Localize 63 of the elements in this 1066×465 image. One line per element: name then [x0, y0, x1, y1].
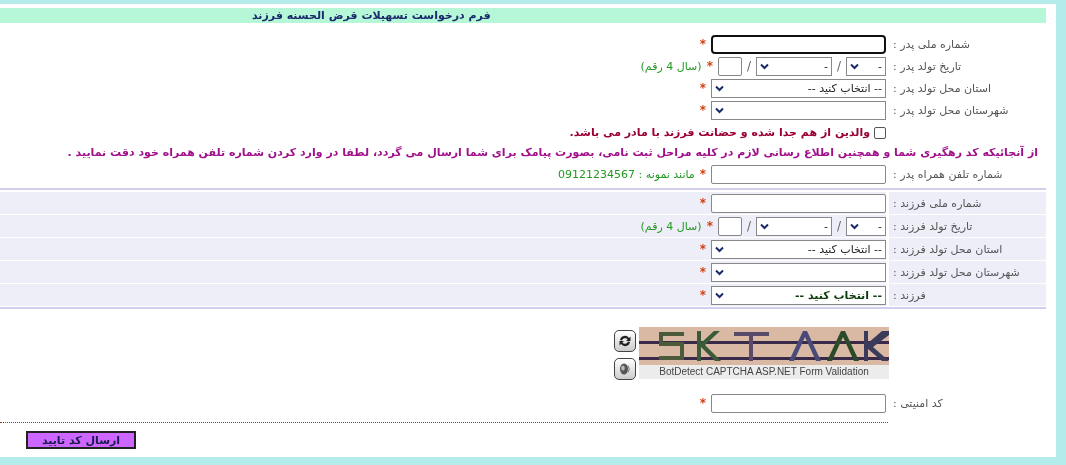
year-field[interactable]	[717, 56, 742, 76]
required-mark: *	[699, 288, 706, 302]
date-separator: /	[836, 219, 841, 233]
notice-text: از آنجائیکه کد رهگیری شما و همچنین اطلاع رسانی لازم در کلیه مراحل ثبت نامی، بصورت پیامک برای شما ارسال می گردد، لطفا در وارد کردن شماره تلفن همراه خود دقت نمایید .	[66, 144, 1039, 161]
field-label: شماره تلفن همراه پدر :	[892, 166, 1004, 183]
chevron-icon	[715, 291, 724, 299]
field-label: شماره ملی پدر :	[892, 36, 972, 53]
required-mark: *	[699, 103, 706, 117]
required-mark: *	[706, 59, 713, 73]
required-mark: *	[699, 265, 706, 279]
required-mark: *	[699, 167, 706, 181]
dropdown[interactable]: -	[755, 56, 832, 76]
field-label: شهرستان محل تولد فرزند :	[889, 261, 1046, 283]
field-label: استان محل تولد فرزند :	[889, 238, 1046, 260]
required-mark: *	[699, 196, 706, 210]
input-field[interactable]	[711, 393, 886, 413]
field-label: فرزند :	[889, 284, 1046, 306]
form-title: فرم درخواست تسهیلات قرض الحسنه فرزند	[0, 8, 1046, 23]
refresh-icon	[617, 333, 633, 349]
checkbox[interactable]	[874, 126, 886, 139]
hint-text: مانند نمونه : 09121234567	[558, 167, 695, 181]
dropdown[interactable]: -	[846, 216, 886, 236]
field-label: تاریخ تولد پدر :	[892, 58, 963, 75]
dropdown[interactable]: -- انتخاب کنید --	[711, 239, 886, 259]
required-mark: *	[699, 37, 706, 51]
chevron-icon	[850, 62, 859, 70]
speaker-icon	[618, 362, 632, 376]
required-mark: *	[706, 219, 713, 233]
dropdown[interactable]: -- انتخاب کنید --	[711, 285, 886, 305]
dropdown[interactable]: -- انتخاب کنید --	[711, 78, 886, 98]
dropdown[interactable]	[711, 100, 886, 120]
required-mark: *	[699, 242, 706, 256]
chevron-icon	[759, 222, 769, 230]
input-field[interactable]	[711, 164, 886, 184]
chevron-icon	[715, 245, 724, 253]
captcha-caption: BotDetect CAPTCHA ASP.NET Form Validation	[639, 365, 889, 379]
hint-text: (سال 4 رقم)	[640, 219, 702, 233]
field-label: استان محل تولد پدر :	[892, 80, 993, 97]
input-field[interactable]	[711, 34, 886, 54]
field-label: تاریخ تولد فرزند :	[889, 215, 1046, 237]
required-mark: *	[699, 396, 706, 410]
chevron-icon	[715, 268, 724, 276]
submit-button[interactable]: ارسال کد تایید	[26, 431, 136, 449]
checkbox-label: والدین از هم جدا شده و حضانت فرزند با مادر می باشد.	[569, 126, 870, 139]
dropdown[interactable]: -	[846, 56, 886, 76]
dropdown[interactable]: -	[755, 216, 832, 236]
date-separator: /	[746, 219, 751, 233]
audio-button[interactable]	[614, 358, 636, 380]
field-label: شهرستان محل تولد پدر :	[892, 102, 1010, 119]
field-label: شماره ملی فرزند :	[889, 192, 1046, 214]
chevron-icon	[759, 62, 769, 70]
date-separator: /	[746, 59, 751, 73]
chevron-icon	[715, 84, 724, 92]
dropdown[interactable]	[711, 262, 886, 282]
field-label: کد امنیتی :	[892, 395, 944, 412]
chevron-icon	[850, 222, 859, 230]
input-field[interactable]	[711, 193, 886, 213]
chevron-icon	[715, 106, 724, 114]
year-field[interactable]	[717, 216, 742, 236]
hint-text: (سال 4 رقم)	[640, 59, 702, 73]
required-mark: *	[699, 81, 706, 95]
date-separator: /	[836, 59, 841, 73]
refresh-button[interactable]	[614, 330, 636, 352]
